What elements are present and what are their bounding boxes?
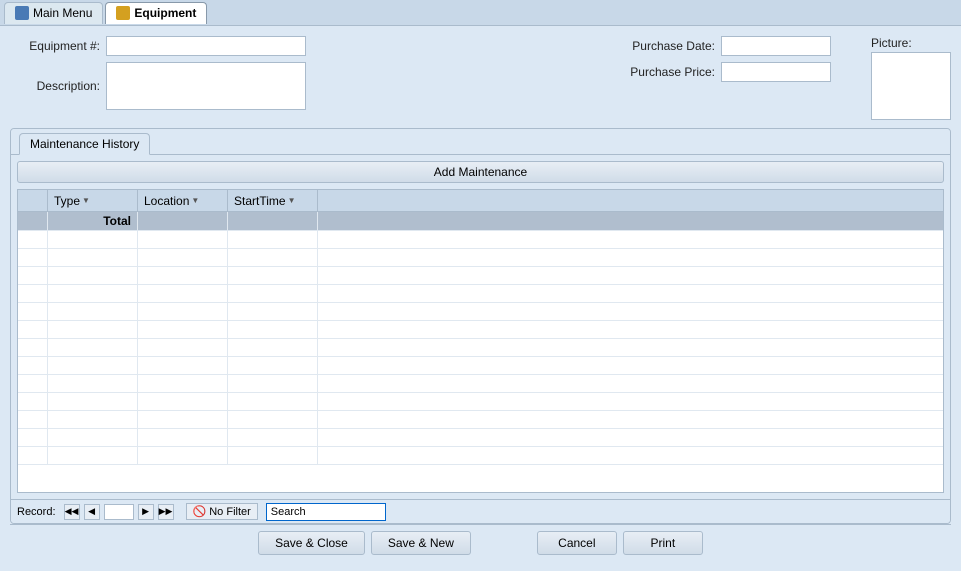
- type-sort-icon: ▼: [82, 196, 90, 205]
- status-bar: Record: ◀◀ ◀ ▶ ▶▶ 🚫 No Filter: [11, 499, 950, 523]
- total-row: Total: [18, 212, 943, 231]
- grid-header: Type ▼ Location ▼ StartTime ▼: [18, 190, 943, 212]
- description-row: Description:: [10, 62, 605, 110]
- total-indicator-cell: [18, 212, 48, 230]
- table-row: [18, 393, 943, 411]
- print-button[interactable]: Print: [623, 531, 703, 555]
- filter-label: No Filter: [209, 506, 251, 518]
- table-row: [18, 321, 943, 339]
- purchase-date-label: Purchase Date:: [625, 39, 715, 53]
- table-row: [18, 285, 943, 303]
- equipment-number-row: Equipment #:: [10, 36, 605, 56]
- location-sort-icon: ▼: [191, 196, 199, 205]
- total-starttime-cell: [228, 212, 318, 230]
- nav-prev-button[interactable]: ◀: [84, 504, 100, 520]
- form-left: Equipment #: Description:: [10, 36, 605, 120]
- tab-equipment[interactable]: Equipment: [105, 2, 207, 24]
- bottom-bar: Save & Close Save & New Cancel Print: [10, 524, 951, 561]
- form-far-right: Picture:: [871, 36, 951, 120]
- title-bar: Main Menu Equipment: [0, 0, 961, 26]
- grid-header-location[interactable]: Location ▼: [138, 190, 228, 211]
- maintenance-section: Maintenance History Add Maintenance Type…: [10, 128, 951, 524]
- maintenance-body: Add Maintenance Type ▼ Location ▼: [11, 155, 950, 499]
- table-row: [18, 339, 943, 357]
- table-row: [18, 411, 943, 429]
- table-row: [18, 429, 943, 447]
- form-right: Purchase Date: Purchase Price:: [625, 36, 831, 120]
- search-input[interactable]: [266, 503, 386, 521]
- equipment-number-label: Equipment #:: [10, 39, 100, 53]
- description-input[interactable]: [106, 62, 306, 110]
- table-row: [18, 447, 943, 465]
- form-area: Equipment #: Description: Purchase Date:…: [10, 36, 951, 120]
- maintenance-grid: Type ▼ Location ▼ StartTime ▼: [17, 189, 944, 493]
- purchase-price-row: Purchase Price:: [625, 62, 831, 82]
- table-row: [18, 375, 943, 393]
- purchase-date-input[interactable]: [721, 36, 831, 56]
- purchase-date-row: Purchase Date:: [625, 36, 831, 56]
- nav-next-button[interactable]: ▶: [138, 504, 154, 520]
- table-row: [18, 357, 943, 375]
- nav-first-button[interactable]: ◀◀: [64, 504, 80, 520]
- table-row: [18, 249, 943, 267]
- no-filter-badge[interactable]: 🚫 No Filter: [186, 503, 258, 520]
- cancel-button[interactable]: Cancel: [537, 531, 617, 555]
- table-row: [18, 267, 943, 285]
- main-content: Equipment #: Description: Purchase Date:…: [0, 26, 961, 571]
- record-label: Record:: [17, 506, 56, 518]
- purchase-price-input[interactable]: [721, 62, 831, 82]
- tab-equipment-label: Equipment: [134, 6, 196, 20]
- grid-header-starttime[interactable]: StartTime ▼: [228, 190, 318, 211]
- record-number-input[interactable]: [104, 504, 134, 520]
- table-row: [18, 303, 943, 321]
- maintenance-tab-header: Maintenance History: [11, 129, 950, 155]
- equipment-number-input[interactable]: [106, 36, 306, 56]
- main-menu-icon: [15, 6, 29, 20]
- tab-main-menu-label: Main Menu: [33, 6, 92, 20]
- save-close-button[interactable]: Save & Close: [258, 531, 365, 555]
- tab-main-menu[interactable]: Main Menu: [4, 2, 103, 24]
- total-label-cell: Total: [48, 212, 138, 230]
- starttime-sort-icon: ▼: [288, 196, 296, 205]
- add-maintenance-button[interactable]: Add Maintenance: [17, 161, 944, 183]
- table-row: [18, 231, 943, 249]
- grid-header-indicator: [18, 190, 48, 211]
- nav-last-button[interactable]: ▶▶: [158, 504, 174, 520]
- save-new-button[interactable]: Save & New: [371, 531, 471, 555]
- grid-body: Total: [18, 212, 943, 492]
- equipment-icon: [116, 6, 130, 20]
- total-location-cell: [138, 212, 228, 230]
- grid-header-type[interactable]: Type ▼: [48, 190, 138, 211]
- filter-icon: 🚫: [193, 505, 207, 518]
- purchase-price-label: Purchase Price:: [625, 65, 715, 79]
- description-label: Description:: [10, 79, 100, 93]
- maintenance-history-tab[interactable]: Maintenance History: [19, 133, 150, 155]
- picture-label: Picture:: [871, 36, 912, 50]
- picture-box: [871, 52, 951, 120]
